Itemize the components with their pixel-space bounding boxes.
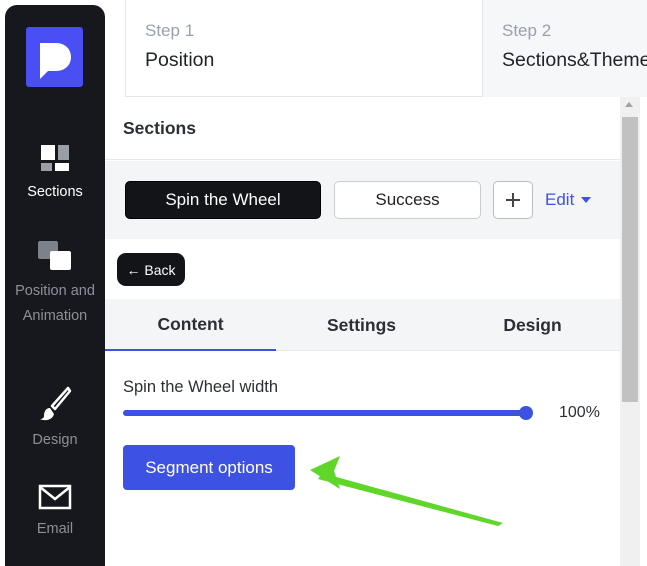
- sidebar: Sections Position and Animation Design E…: [5, 5, 105, 566]
- plus-icon: [506, 193, 520, 207]
- step-sections-theme[interactable]: Step 2 Sections&Theme: [483, 0, 647, 97]
- section-spin-the-wheel-button[interactable]: Spin the Wheel: [125, 181, 321, 219]
- annotation-arrow-icon: [310, 456, 503, 526]
- scrollbar[interactable]: [620, 97, 640, 566]
- pisano-logo[interactable]: [26, 27, 83, 87]
- envelope-icon: [38, 484, 72, 510]
- sections-icon: [41, 145, 69, 171]
- position-animation-icon: [38, 241, 71, 270]
- scroll-up-arrow[interactable]: [625, 102, 633, 107]
- caret-down-icon: [581, 197, 592, 203]
- tab-settings[interactable]: Settings: [276, 299, 447, 351]
- sections-bar: Spin the Wheel Success Edit: [105, 161, 620, 239]
- sidebar-item-position-animation[interactable]: Position and Animation: [5, 239, 105, 329]
- sidebar-item-label: Design: [32, 432, 78, 448]
- tabs: Content Settings Design: [105, 299, 620, 351]
- sidebar-item-label: Email: [36, 521, 74, 537]
- add-section-button[interactable]: [493, 181, 533, 219]
- sidebar-item-email[interactable]: Email: [5, 483, 105, 542]
- step-position[interactable]: Step 1 Position: [125, 0, 483, 97]
- sidebar-item-sections[interactable]: Sections: [5, 142, 105, 205]
- step-number: Step 1: [145, 21, 195, 40]
- sidebar-item-label: Position and Animation: [15, 283, 95, 324]
- segment-options-button[interactable]: Segment options: [123, 445, 295, 490]
- wheel-width-label: Spin the Wheel width: [123, 378, 279, 396]
- wheel-width-slider[interactable]: [123, 406, 533, 420]
- slider-thumb[interactable]: [519, 406, 533, 420]
- tab-content[interactable]: Content: [105, 299, 276, 351]
- panel-title: Sections: [123, 118, 196, 138]
- edit-label: Edit: [545, 190, 575, 209]
- back-button[interactable]: ← Back: [117, 253, 185, 286]
- wheel-width-value: 100%: [559, 404, 600, 421]
- scroll-thumb[interactable]: [622, 117, 638, 402]
- paintbrush-icon: [40, 386, 72, 421]
- tab-design[interactable]: Design: [447, 299, 618, 351]
- step-name: Sections&Theme: [502, 49, 647, 71]
- step-name: Position: [145, 49, 215, 71]
- sidebar-item-design[interactable]: Design: [5, 386, 105, 453]
- edit-dropdown[interactable]: Edit: [545, 190, 592, 210]
- slider-fill: [123, 410, 526, 416]
- panel-header: Sections: [105, 97, 620, 160]
- sidebar-item-label: Sections: [27, 184, 83, 200]
- section-success-button[interactable]: Success: [334, 181, 481, 219]
- step-number: Step 2: [502, 21, 552, 40]
